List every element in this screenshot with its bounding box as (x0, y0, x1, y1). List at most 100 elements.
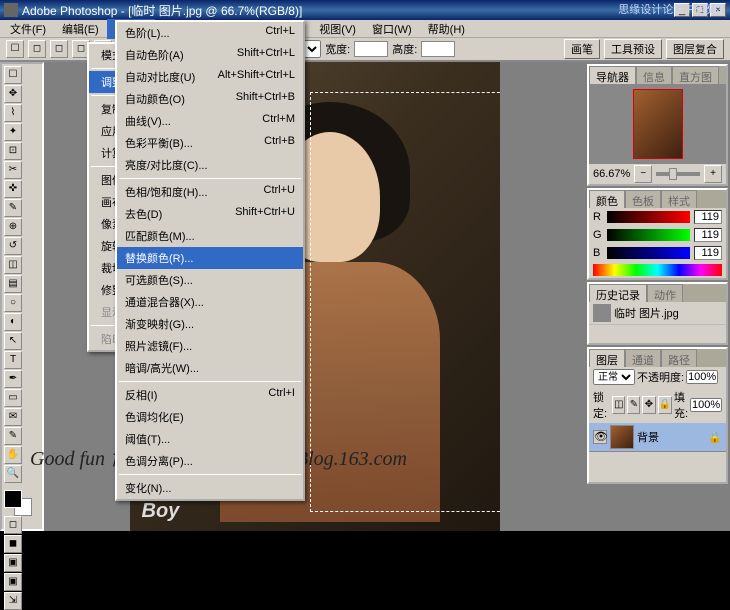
adjust-item[interactable]: 渐变映射(G)... (117, 313, 303, 335)
menu-7[interactable]: 窗口(W) (364, 19, 420, 39)
width-input[interactable] (354, 41, 388, 57)
layers-panel: 图层通道路径 正常不透明度: 锁定:◫✎✥🔒填充: 👁背景🔒 (587, 347, 728, 484)
adjust-item[interactable]: 去色(D)Shift+Ctrl+U (117, 203, 303, 225)
menubar[interactable]: 文件(F)编辑(E)图像(I)图层(L)选择(S)滤镜(T)视图(V)窗口(W)… (0, 20, 730, 38)
adjust-item[interactable]: 变化(N)... (117, 477, 303, 499)
zoom-in[interactable]: + (704, 165, 722, 183)
adjust-item[interactable]: 亮度/对比度(C)... (117, 154, 303, 176)
wand-tool[interactable]: ✦ (4, 123, 22, 141)
screen-std[interactable]: ▣ (4, 554, 22, 572)
r-value[interactable]: 119 (694, 210, 722, 224)
adjust-item[interactable]: 可选颜色(S)... (117, 269, 303, 291)
history-brush[interactable]: ↺ (4, 237, 22, 255)
heal-tool[interactable]: ✜ (4, 180, 22, 198)
r-label: R (593, 211, 603, 223)
visibility-icon[interactable]: 👁 (593, 430, 607, 444)
lock-pos[interactable]: ✥ (642, 396, 655, 414)
blur-tool[interactable]: ○ (4, 294, 22, 312)
adjust-item[interactable]: 自动对比度(U)Alt+Shift+Ctrl+L (117, 66, 303, 88)
quickmask-on[interactable]: ◼ (4, 535, 22, 553)
notes-tool[interactable]: ✉ (4, 408, 22, 426)
g-slider[interactable] (607, 229, 690, 241)
adjust-item[interactable]: 曲线(V)...Ctrl+M (117, 110, 303, 132)
pen-tool[interactable]: ✒ (4, 370, 22, 388)
slice-tool[interactable]: ✂ (4, 161, 22, 179)
menu-8[interactable]: 帮助(H) (420, 19, 473, 39)
nav-thumb[interactable] (633, 89, 683, 159)
adjust-item[interactable]: 色彩平衡(B)...Ctrl+B (117, 132, 303, 154)
brush-tool[interactable]: ✎ (4, 199, 22, 217)
layer-row[interactable]: 👁背景🔒 (589, 423, 726, 452)
eraser-tool[interactable]: ◫ (4, 256, 22, 274)
hand-tool[interactable]: ✋ (4, 446, 22, 464)
header-tab-presets[interactable]: 工具预设 (604, 39, 662, 59)
zoom-slider[interactable] (656, 172, 700, 176)
type-tool[interactable]: T (4, 351, 22, 369)
adjust-item[interactable]: 色阶(L)...Ctrl+L (117, 22, 303, 44)
color-tab[interactable]: 颜色 (589, 190, 625, 208)
marquee-tool[interactable]: ☐ (4, 66, 22, 84)
r-slider[interactable] (607, 211, 690, 223)
adjust-item[interactable]: 自动颜色(O)Shift+Ctrl+B (117, 88, 303, 110)
adjust-item[interactable]: 照片滤镜(F)... (117, 335, 303, 357)
history-row[interactable]: 临时 图片.jpg (589, 302, 726, 325)
opacity-input[interactable] (686, 370, 718, 384)
menu-1[interactable]: 编辑(E) (54, 19, 107, 39)
quickmask[interactable]: ◻ (4, 516, 22, 534)
height-input[interactable] (421, 41, 455, 57)
adjust-item[interactable]: 色调分离(P)... (117, 450, 303, 472)
adjust-item[interactable]: 阈值(T)... (117, 428, 303, 450)
styles-tab[interactable]: 样式 (661, 190, 697, 208)
lasso-tool[interactable]: ⌇ (4, 104, 22, 122)
info-tab[interactable]: 信息 (636, 66, 672, 84)
stamp-tool[interactable]: ⊕ (4, 218, 22, 236)
zoom-tool[interactable]: 🔍 (4, 465, 22, 483)
jump-to[interactable]: ⇲ (4, 592, 22, 610)
b-label: B (593, 247, 603, 259)
nav-tab[interactable]: 导航器 (589, 66, 636, 84)
marquee-tool-icon[interactable]: ☐ (6, 40, 24, 58)
crop-tool[interactable]: ⊡ (4, 142, 22, 160)
blend-mode[interactable]: 正常 (593, 369, 635, 385)
history-tab[interactable]: 历史记录 (589, 284, 647, 302)
fill-input[interactable] (690, 398, 722, 412)
shape-tool[interactable]: ▭ (4, 389, 22, 407)
adjust-item[interactable]: 色相/饱和度(H)...Ctrl+U (117, 181, 303, 203)
lock-pix[interactable]: ✎ (627, 396, 640, 414)
menu-6[interactable]: 视图(V) (311, 19, 364, 39)
adjust-item[interactable]: 通道混合器(X)... (117, 291, 303, 313)
adjust-item[interactable]: 色调均化(E) (117, 406, 303, 428)
gradient-tool[interactable]: ▤ (4, 275, 22, 293)
channels-tab[interactable]: 通道 (625, 349, 661, 367)
histogram-tab[interactable]: 直方图 (672, 66, 719, 84)
opt-new[interactable]: ◻ (28, 40, 46, 58)
adjust-item[interactable]: 暗调/高光(W)... (117, 357, 303, 379)
path-tool[interactable]: ↖ (4, 332, 22, 350)
lock-trans[interactable]: ◫ (612, 396, 625, 414)
screen-full[interactable]: ▣ (4, 573, 22, 591)
spectrum[interactable] (593, 264, 722, 276)
move-tool[interactable]: ✥ (4, 85, 22, 103)
adjust-item[interactable]: 匹配颜色(M)... (117, 225, 303, 247)
b-slider[interactable] (607, 247, 690, 259)
menu-0[interactable]: 文件(F) (2, 19, 54, 39)
adjust-item[interactable]: 自动色阶(A)Shift+Ctrl+L (117, 44, 303, 66)
adjustments-submenu[interactable]: 色阶(L)...Ctrl+L自动色阶(A)Shift+Ctrl+L自动对比度(U… (115, 20, 305, 501)
color-panel: 颜色色板样式 R119 G119 B119 (587, 188, 728, 280)
g-value[interactable]: 119 (694, 228, 722, 242)
lock-all[interactable]: 🔒 (658, 396, 672, 414)
header-tab-brush[interactable]: 画笔 (564, 39, 600, 59)
paths-tab[interactable]: 路径 (661, 349, 697, 367)
layers-tab[interactable]: 图层 (589, 349, 625, 367)
adjust-item[interactable]: 替换颜色(R)... (117, 247, 303, 269)
eyedrop-tool[interactable]: ✎ (4, 427, 22, 445)
swatch-tab[interactable]: 色板 (625, 190, 661, 208)
opt-add[interactable]: ◻ (50, 40, 68, 58)
actions-tab[interactable]: 动作 (647, 284, 683, 302)
header-tab-comps[interactable]: 图层复合 (666, 39, 724, 59)
b-value[interactable]: 119 (694, 246, 722, 260)
zoom-out[interactable]: − (634, 165, 652, 183)
lock-icon: 🔒 (708, 431, 722, 444)
adjust-item[interactable]: 反相(I)Ctrl+I (117, 384, 303, 406)
dodge-tool[interactable]: ◐ (4, 313, 22, 331)
